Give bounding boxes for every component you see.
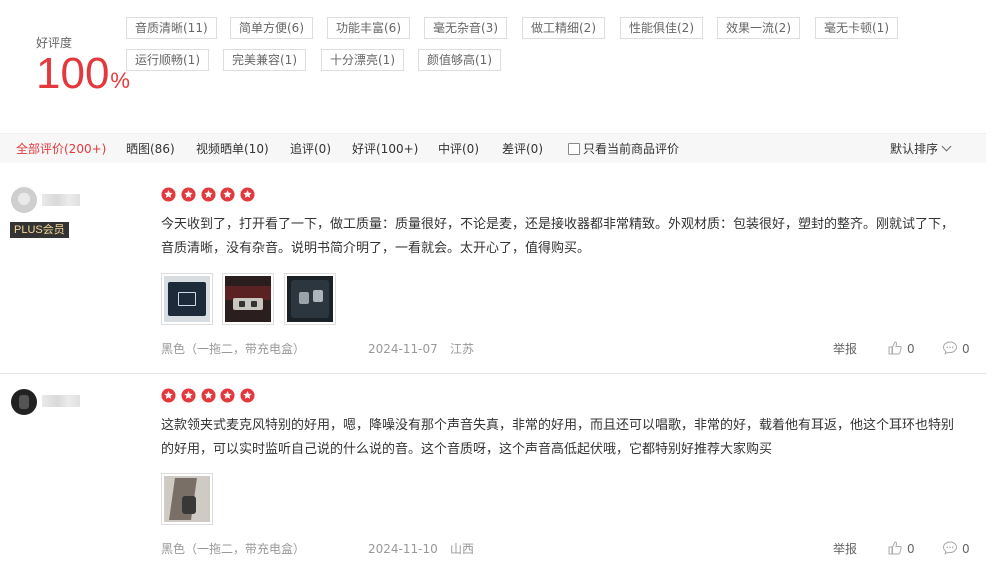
nickname-blurred: [42, 395, 80, 407]
rating-stars: [161, 388, 256, 404]
star-icon: [161, 187, 176, 202]
review-tag[interactable]: 简单方便(6): [230, 17, 313, 39]
review-tag[interactable]: 十分漂亮(1): [321, 49, 404, 71]
sort-dropdown[interactable]: 默认排序: [890, 134, 952, 164]
review-tag[interactable]: 完美兼容(1): [223, 49, 306, 71]
review-thumbnail[interactable]: [161, 473, 213, 525]
comment-icon: [942, 541, 958, 555]
filter-followup[interactable]: 追评(0): [290, 134, 331, 164]
review-meta: 黑色（一拖二，带充电盒） 2024-11-10 山西 举报 0 0: [161, 539, 981, 559]
nickname-blurred: [42, 194, 80, 206]
only-current-product-toggle[interactable]: 只看当前商品评价: [568, 134, 679, 164]
review-tag[interactable]: 运行顺畅(1): [126, 49, 209, 71]
only-current-checkbox[interactable]: [568, 143, 580, 155]
review-item: PLUS会员 今天收到了，打开看了一下，做工质量：质量很好，不论是麦，还是接收器…: [0, 163, 986, 374]
review-region: 山西: [450, 542, 475, 556]
like-count: 0: [907, 542, 915, 556]
review-region: 江苏: [450, 342, 475, 356]
avatar: [11, 389, 37, 415]
like-button[interactable]: 0: [887, 539, 915, 559]
filter-all[interactable]: 全部评价(200+): [16, 134, 106, 164]
review-tag[interactable]: 颜值够高(1): [418, 49, 501, 71]
filter-neutral[interactable]: 中评(0): [438, 134, 479, 164]
rating-stars: [161, 187, 256, 203]
reply-button[interactable]: 0: [942, 339, 970, 359]
reply-count: 0: [962, 342, 970, 356]
filter-positive[interactable]: 好评(100+): [352, 134, 418, 164]
review-tag[interactable]: 音质清晰(11): [126, 17, 217, 39]
review-tag[interactable]: 效果一流(2): [717, 17, 800, 39]
review-thumbnail[interactable]: [284, 273, 336, 325]
review-tag[interactable]: 功能丰富(6): [327, 17, 410, 39]
review-item: 这款领夹式麦克风特别的好用，嗯，降噪没有那个声音失真，非常的好用，而且还可以唱歌…: [0, 374, 986, 568]
filter-photos[interactable]: 晒图(86): [126, 134, 175, 164]
star-icon: [240, 187, 255, 202]
review-filter-bar: 全部评价(200+) 晒图(86) 视频晒单(10) 追评(0) 好评(100+…: [0, 133, 986, 163]
thumbs-up-icon: [888, 341, 902, 355]
chevron-down-icon: [941, 141, 952, 152]
star-icon: [220, 187, 236, 202]
review-meta: 黑色（一拖二，带充电盒） 2024-11-07 江苏 举报 0 0: [161, 339, 981, 359]
product-variant: 黑色（一拖二，带充电盒）: [161, 342, 306, 356]
review-date: 2024-11-10: [368, 542, 438, 556]
review-text: 今天收到了，打开看了一下，做工质量：质量很好，不论是麦，还是接收器都非常精致。外…: [161, 217, 955, 256]
review-text: 这款领夹式麦克风特别的好用，嗯，降噪没有那个声音失真，非常的好用，而且还可以唱歌…: [161, 418, 955, 457]
filter-negative[interactable]: 差评(0): [502, 134, 543, 164]
review-tag[interactable]: 毫无卡顿(1): [815, 17, 898, 39]
review-thumbnail[interactable]: [222, 273, 274, 325]
satisfaction-number: 100: [36, 49, 110, 98]
star-icon: [181, 187, 196, 202]
thumbs-up-icon: [888, 541, 902, 555]
like-button[interactable]: 0: [887, 339, 915, 359]
review-date: 2024-11-07: [368, 342, 438, 356]
filter-videos[interactable]: 视频晒单(10): [196, 134, 269, 164]
review-tag[interactable]: 毫无杂音(3): [424, 17, 507, 39]
report-button[interactable]: 举报: [833, 539, 857, 559]
star-icon: [201, 388, 216, 403]
star-icon: [161, 388, 176, 403]
review-thumbnail[interactable]: [161, 273, 213, 325]
review-tag[interactable]: 性能俱佳(2): [620, 17, 703, 39]
sort-label: 默认排序: [890, 142, 939, 156]
only-current-label: 只看当前商品评价: [583, 142, 680, 156]
avatar: [11, 187, 37, 213]
reply-count: 0: [962, 542, 970, 556]
star-icon: [220, 388, 236, 403]
star-icon: [201, 187, 216, 202]
satisfaction-value: 100%: [36, 52, 130, 96]
review-tag[interactable]: 做工精细(2): [522, 17, 605, 39]
star-icon: [240, 388, 255, 403]
satisfaction-unit: %: [110, 68, 130, 93]
star-icon: [181, 388, 196, 403]
like-count: 0: [907, 342, 915, 356]
product-variant: 黑色（一拖二，带充电盒）: [161, 542, 306, 556]
reply-button[interactable]: 0: [942, 539, 970, 559]
plus-member-badge: PLUS会员: [10, 222, 69, 238]
report-button[interactable]: 举报: [833, 339, 857, 359]
comment-icon: [942, 341, 958, 355]
